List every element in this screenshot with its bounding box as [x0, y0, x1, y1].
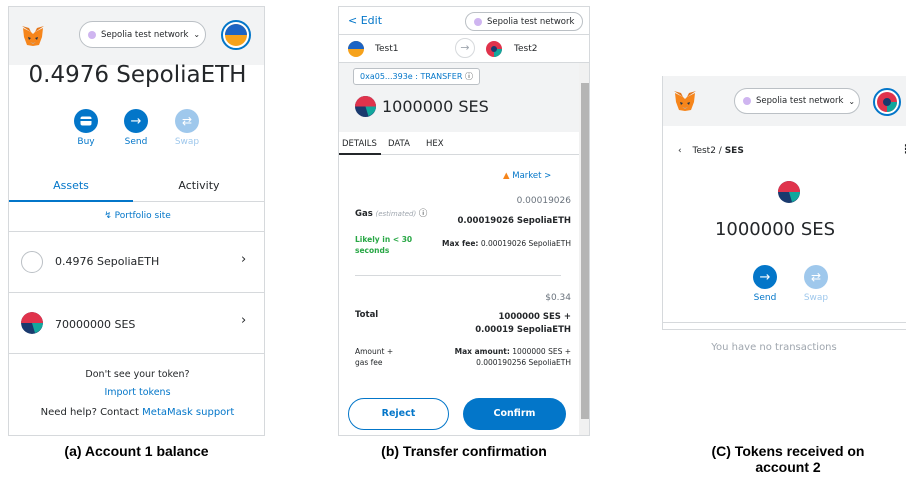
chart-icon: ↯ — [104, 211, 112, 221]
tab-data[interactable]: DATA — [388, 139, 410, 149]
metamask-fox-icon — [674, 91, 696, 111]
network-dot — [743, 97, 751, 105]
send-label: Send — [753, 293, 777, 303]
to-account: Test2 — [514, 44, 538, 54]
asset-row-eth[interactable]: 0.4976 SepoliaETH › — [9, 232, 264, 292]
tab-activity[interactable]: Activity — [137, 179, 261, 192]
max-amount-1: Max amount: 1000000 SES + — [454, 347, 571, 356]
reject-button[interactable]: Reject — [348, 398, 449, 430]
active-tab-indicator — [9, 200, 133, 202]
breadcrumb[interactable]: ‹ Test2 / SES — [678, 146, 744, 156]
swap-icon: ⇄ — [181, 114, 193, 128]
empty-transactions: You have no transactions — [711, 342, 837, 353]
caption-c: (C) Tokens received on account 2 — [711, 443, 865, 475]
scrollbar-thumb[interactable] — [581, 83, 589, 419]
token-balance: 1000000 SES — [714, 219, 836, 240]
divider — [355, 275, 561, 276]
tab-hex[interactable]: HEX — [426, 139, 444, 149]
buy-label: Buy — [77, 137, 95, 147]
network-selector[interactable]: Sepolia test network ⌄ — [734, 88, 860, 114]
likely-time: Likely in < 30 seconds — [355, 235, 413, 255]
market-link[interactable]: ▲ Market > — [503, 171, 551, 181]
network-selector[interactable]: Sepolia test network ⌄ — [79, 21, 206, 48]
eth-icon — [21, 251, 43, 273]
ses-token-icon — [21, 312, 43, 334]
account-balance: 0.4976 SepoliaETH — [28, 62, 247, 88]
chevron-right-icon: › — [241, 252, 247, 267]
network-dot — [88, 30, 96, 39]
swap-icon: ⇄ — [810, 270, 822, 284]
arrow-right-icon: → — [130, 113, 142, 129]
panel-account1: Sepolia test network ⌄ 0.4976 SepoliaETH… — [8, 6, 265, 436]
info-icon: ⓘ — [418, 209, 428, 219]
total-value-1: 1000000 SES + — [498, 312, 572, 322]
divider — [663, 322, 906, 323]
swap-label: Swap — [803, 293, 829, 303]
network-label: Sepolia test network — [756, 96, 844, 106]
panel-account2: Sepolia test network ⌄ ‹ Test2 / SES ⋮ 1… — [662, 76, 906, 330]
info-icon: ⓘ — [464, 72, 473, 81]
send-label: Send — [124, 137, 148, 147]
transfer-amount: 1000000 SES — [382, 97, 489, 116]
card-icon — [80, 116, 92, 126]
gas-label: Gas (estimated) ⓘ — [355, 209, 428, 219]
metamask-fox-icon — [22, 26, 44, 46]
send-button[interactable]: → — [753, 265, 777, 289]
asset-label: 70000000 SES — [55, 318, 136, 331]
dont-see-text: Don't see your token? — [85, 369, 190, 380]
total-label: Total — [355, 310, 379, 320]
tab-details[interactable]: DETAILS — [342, 139, 377, 149]
tx-badge: 0xa05...393e : TRANSFER ⓘ — [353, 68, 480, 85]
panel-confirm: < Edit Sepolia test network Test1 → Test… — [338, 6, 590, 436]
chevron-left-icon: ‹ — [678, 146, 682, 156]
total-usd: $0.34 — [545, 293, 571, 303]
chevron-down-icon: ⌄ — [193, 30, 201, 39]
max-amount-2: 0.000190256 SepoliaETH — [476, 358, 571, 367]
network-dot — [474, 17, 482, 26]
arrow-right-icon: → — [455, 38, 475, 58]
gas-value: 0.00019026 SepoliaETH — [457, 216, 571, 226]
help-text: Need help? Contact MetaMask support — [40, 407, 235, 418]
import-tokens-link[interactable]: Import tokens — [9, 387, 264, 398]
swap-label: Swap — [174, 137, 200, 147]
asset-row-ses[interactable]: 70000000 SES › — [9, 293, 264, 353]
network-label: Sepolia test network — [101, 29, 189, 40]
tab-assets[interactable]: Assets — [9, 179, 133, 192]
caption-a: (a) Account 1 balance — [64, 443, 209, 459]
active-tab-indicator — [339, 153, 381, 155]
chevron-right-icon: › — [241, 313, 247, 328]
account-avatar[interactable] — [873, 88, 901, 116]
ses-token-icon — [778, 181, 800, 203]
confirm-button[interactable]: Confirm — [463, 398, 566, 430]
to-avatar — [486, 41, 502, 57]
amount-gas-1: Amount + — [355, 347, 394, 356]
arrow-right-icon: → — [759, 269, 771, 285]
kebab-menu-icon[interactable]: ⋮ — [900, 143, 906, 155]
fox-icon: ▲ — [503, 171, 510, 181]
max-fee: Max fee: 0.00019026 SepoliaETH — [442, 239, 571, 248]
divider — [9, 353, 264, 354]
swap-button[interactable]: ⇄ — [804, 265, 828, 289]
network-selector[interactable]: Sepolia test network — [465, 12, 583, 31]
back-edit-link[interactable]: < Edit — [348, 14, 382, 27]
divider — [339, 34, 589, 35]
gas-usd: 0.00019026 — [516, 196, 571, 206]
amount-gas-2: gas fee — [355, 358, 383, 367]
account-avatar[interactable] — [221, 20, 251, 50]
send-button[interactable]: → — [124, 109, 148, 133]
caption-b: (b) Transfer confirmation — [381, 443, 547, 459]
support-link[interactable]: MetaMask support — [142, 407, 234, 418]
ses-token-icon — [355, 96, 376, 117]
chevron-down-icon: ⌄ — [848, 96, 856, 106]
network-label: Sepolia test network — [487, 16, 575, 27]
asset-label: 0.4976 SepoliaETH — [55, 255, 160, 268]
swap-button[interactable]: ⇄ — [175, 109, 199, 133]
from-account: Test1 — [375, 44, 399, 54]
portfolio-link[interactable]: ↯ Portfolio site — [9, 211, 264, 221]
from-avatar — [348, 41, 364, 57]
buy-button[interactable] — [74, 109, 98, 133]
total-value-2: 0.00019 SepoliaETH — [475, 325, 571, 335]
